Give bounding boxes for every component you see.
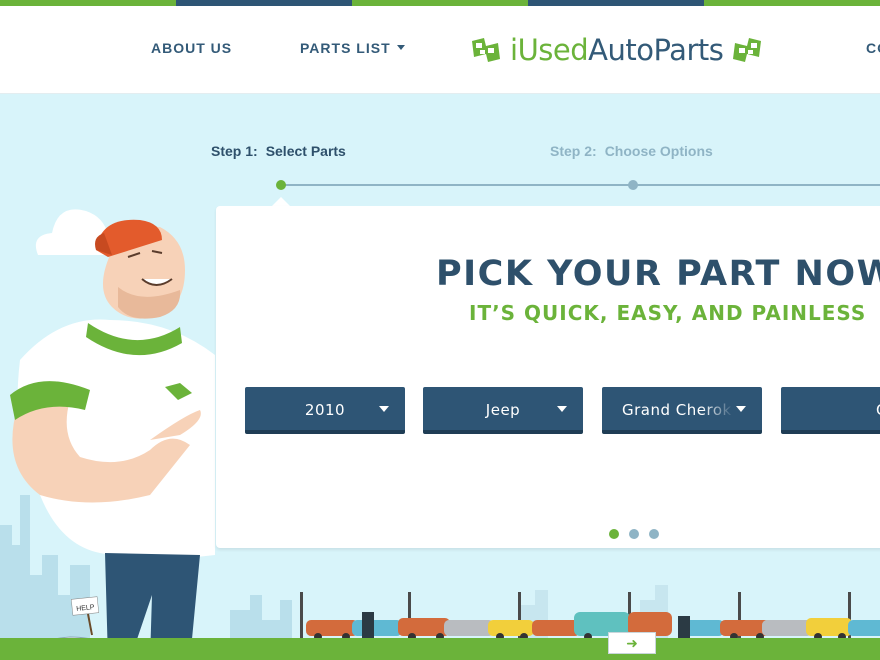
- nav-parts-list[interactable]: PARTS LIST: [300, 40, 405, 56]
- step-1-dot: [276, 180, 286, 190]
- model-select[interactable]: Grand Cherokee: [602, 387, 762, 434]
- step-1[interactable]: Step 1: Select Parts: [211, 143, 346, 159]
- headline: PICK YOUR PART NOW!: [436, 254, 880, 294]
- logo-wordmark: iUsedAutoParts: [510, 33, 724, 67]
- fourth-select-value: C: [876, 401, 880, 419]
- chevron-down-icon: [379, 406, 389, 412]
- nav-parts-list-label: PARTS LIST: [300, 40, 391, 56]
- nav-contact[interactable]: CO: [866, 40, 880, 56]
- subheadline: IT’S QUICK, EASY, AND PAINLESS: [469, 301, 867, 325]
- chevron-down-icon: [557, 406, 567, 412]
- steps-progress-line: [281, 184, 880, 186]
- chevron-down-icon: [396, 44, 405, 50]
- arrow-right-icon: ➜: [626, 635, 638, 651]
- step-1-number: Step 1:: [211, 143, 258, 159]
- step-1-label: Select Parts: [265, 143, 346, 159]
- fourth-select[interactable]: C: [781, 387, 880, 434]
- junkyard-scene: [0, 585, 880, 660]
- year-select[interactable]: 2010: [245, 387, 405, 434]
- checkered-flag-icon: [472, 38, 500, 62]
- make-select[interactable]: Jeep: [423, 387, 583, 434]
- step-2[interactable]: Step 2: Choose Options: [550, 143, 713, 159]
- arrow-sign: ➜: [608, 632, 656, 654]
- chevron-down-icon: [736, 406, 746, 412]
- checkered-flag-icon: [733, 38, 762, 62]
- nav-about-us[interactable]: ABOUT US: [151, 40, 232, 56]
- site-header: ABOUT US PARTS LIST iUsedAutoParts CO: [0, 6, 880, 94]
- step-2-label: Choose Options: [604, 143, 713, 159]
- step-2-dot: [628, 180, 638, 190]
- step-2-number: Step 2:: [550, 143, 597, 159]
- site-logo[interactable]: iUsedAutoParts: [470, 30, 763, 70]
